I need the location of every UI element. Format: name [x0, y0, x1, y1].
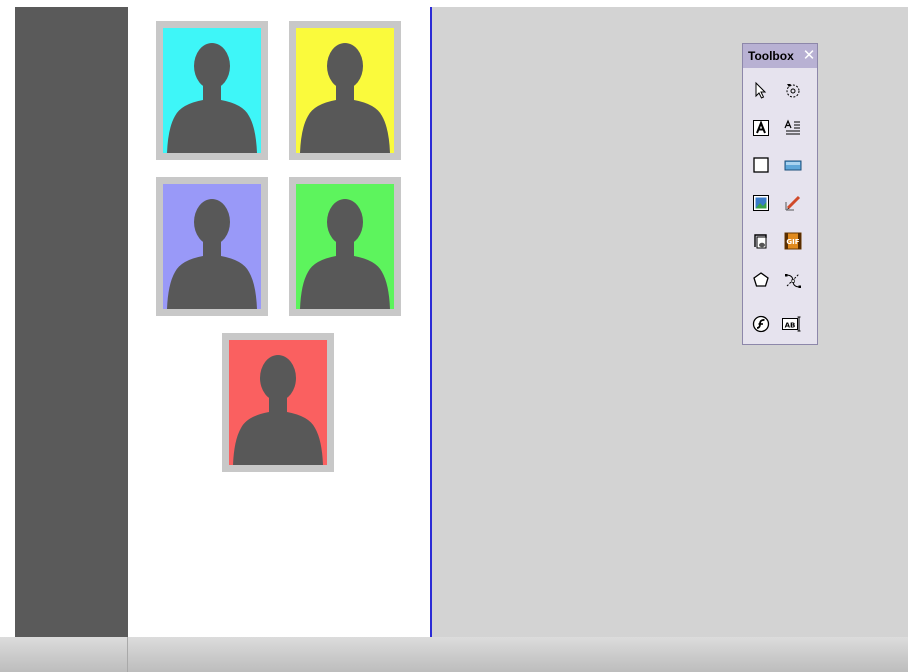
rotate-tool-icon[interactable]	[781, 78, 805, 102]
person-silhouette-icon	[300, 199, 390, 309]
toolbox-title: Toolbox	[748, 49, 794, 63]
gif-tool-icon[interactable]: GIF	[781, 229, 805, 253]
button-tool-icon[interactable]	[781, 153, 805, 177]
left-pasteboard	[15, 7, 128, 637]
person-silhouette-icon	[300, 43, 390, 153]
photo-red[interactable]	[222, 333, 334, 472]
photo-blue[interactable]	[156, 177, 268, 316]
page-edge-guide	[430, 7, 432, 672]
text-flow-tool-icon[interactable]	[781, 116, 805, 140]
path-edit-tool-icon[interactable]	[781, 268, 805, 292]
flash-tool-icon[interactable]	[749, 312, 773, 336]
form-field-tool-text: AB	[785, 321, 796, 329]
toolbox-palette[interactable]: Toolbox ✕ GIF AB	[742, 43, 818, 345]
sound-tool-icon[interactable]	[749, 229, 773, 253]
svg-text:GIF: GIF	[786, 238, 799, 246]
photo-yellow[interactable]	[289, 21, 401, 160]
pointer-tool-icon[interactable]	[749, 78, 773, 102]
photo-cyan[interactable]	[156, 21, 268, 160]
toolbox-titlebar[interactable]: Toolbox ✕	[743, 44, 817, 68]
photo-green[interactable]	[289, 177, 401, 316]
person-silhouette-icon	[233, 355, 323, 465]
image-tool-icon[interactable]	[749, 191, 773, 215]
status-bar-divider	[127, 637, 128, 672]
rectangle-tool-icon[interactable]	[749, 153, 773, 177]
close-icon[interactable]: ✕	[801, 48, 817, 64]
status-bar	[0, 637, 908, 672]
person-silhouette-icon	[167, 199, 257, 309]
text-frame-tool-icon[interactable]	[749, 116, 773, 140]
pen-tool-icon[interactable]	[781, 191, 805, 215]
form-field-tool-icon[interactable]: AB	[781, 312, 805, 336]
pasteboard-area[interactable]	[432, 7, 908, 637]
person-silhouette-icon	[167, 43, 257, 153]
polygon-tool-icon[interactable]	[749, 268, 773, 292]
